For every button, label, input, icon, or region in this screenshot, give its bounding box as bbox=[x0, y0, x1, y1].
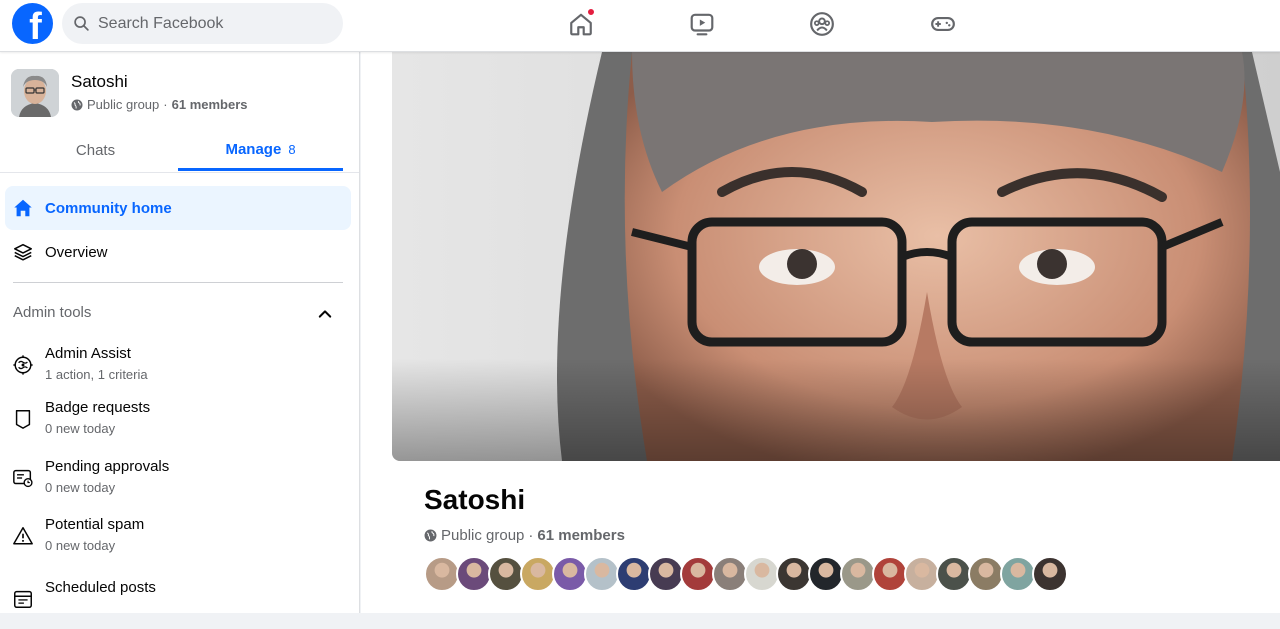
group-privacy: Public group bbox=[441, 527, 525, 544]
member-avatar[interactable] bbox=[616, 556, 652, 592]
member-avatar[interactable] bbox=[552, 556, 588, 592]
member-avatar[interactable] bbox=[776, 556, 812, 592]
badge-icon bbox=[11, 407, 35, 431]
member-avatar[interactable] bbox=[1032, 556, 1068, 592]
member-avatar[interactable] bbox=[520, 556, 556, 592]
admin-tool-pending-approvals[interactable]: Pending approvals 0 new today bbox=[5, 458, 351, 508]
admin-tool-title: Admin Assist bbox=[45, 345, 131, 362]
admin-tool-badge-requests[interactable]: Badge requests 0 new today bbox=[5, 399, 351, 449]
top-navigation-bar: f bbox=[0, 0, 1280, 52]
gaming-icon bbox=[931, 16, 955, 32]
admin-tool-admin-assist[interactable]: Admin Assist 1 action, 1 criteria bbox=[5, 345, 351, 395]
admin-tool-subtitle: 0 new today bbox=[45, 421, 116, 436]
admin-tool-title: Scheduled posts bbox=[45, 579, 156, 596]
sidebar-item-overview[interactable]: Overview bbox=[5, 230, 351, 274]
admin-tool-potential-spam[interactable]: Potential spam 0 new today bbox=[5, 516, 351, 566]
admin-tool-title: Badge requests bbox=[45, 399, 151, 416]
groups-icon bbox=[810, 12, 834, 36]
admin-tool-title: Pending approvals bbox=[45, 458, 170, 475]
cover-photo[interactable] bbox=[392, 52, 1280, 461]
globe-icon bbox=[424, 529, 437, 542]
admin-tool-title: Potential spam bbox=[45, 516, 145, 533]
search-icon bbox=[74, 16, 89, 31]
group-avatar[interactable] bbox=[11, 69, 59, 117]
tab-chats[interactable]: Chats bbox=[13, 130, 178, 171]
warning-icon bbox=[11, 524, 35, 548]
member-avatar[interactable] bbox=[680, 556, 716, 592]
admin-tool-scheduled-posts[interactable]: Scheduled posts bbox=[5, 579, 351, 629]
search-input[interactable] bbox=[98, 14, 318, 33]
nav-groups[interactable] bbox=[804, 8, 840, 40]
facebook-logo[interactable]: f bbox=[12, 3, 53, 44]
tab-manage[interactable]: Manage 8 bbox=[178, 130, 343, 171]
member-avatar[interactable] bbox=[936, 556, 972, 592]
group-title-meta: Public group · 61 members bbox=[424, 527, 625, 544]
meta-separator: · bbox=[528, 527, 534, 544]
admin-assist-icon bbox=[11, 353, 35, 377]
member-avatar[interactable] bbox=[840, 556, 876, 592]
sidebar-tabs: Chats Manage 8 bbox=[13, 130, 343, 171]
nav-video[interactable] bbox=[684, 8, 720, 40]
sidebar-item-label: Overview bbox=[45, 243, 108, 261]
member-avatar[interactable] bbox=[808, 556, 844, 592]
member-avatar[interactable] bbox=[424, 556, 460, 592]
group-avatar-image bbox=[11, 69, 59, 117]
layers-icon bbox=[11, 240, 35, 264]
cover-photo-image bbox=[392, 52, 1280, 461]
search-box[interactable] bbox=[62, 3, 343, 44]
nav-gaming[interactable] bbox=[925, 8, 961, 40]
tab-manage-label: Manage bbox=[225, 140, 282, 158]
globe-icon bbox=[71, 99, 83, 110]
admin-tool-subtitle: 0 new today bbox=[45, 538, 116, 553]
member-avatar[interactable] bbox=[744, 556, 780, 592]
notification-dot bbox=[587, 8, 595, 16]
member-avatar[interactable] bbox=[904, 556, 940, 592]
nav-home[interactable] bbox=[563, 8, 599, 40]
member-avatar[interactable] bbox=[648, 556, 684, 592]
section-divider bbox=[13, 282, 343, 283]
admin-tools-title: Admin tools bbox=[13, 304, 92, 321]
group-header[interactable]: Satoshi Public group · 61 members bbox=[11, 69, 351, 117]
member-avatar[interactable] bbox=[488, 556, 524, 592]
pending-approvals-icon bbox=[11, 466, 35, 490]
group-member-count[interactable]: 61 members bbox=[537, 527, 625, 544]
group-member-count[interactable]: 61 members bbox=[172, 97, 248, 112]
home-icon bbox=[11, 196, 35, 220]
calendar-icon bbox=[11, 587, 35, 611]
member-avatar[interactable] bbox=[872, 556, 908, 592]
admin-tool-subtitle: 0 new today bbox=[45, 480, 116, 495]
sidebar-item-label: Community home bbox=[45, 199, 172, 217]
group-name[interactable]: Satoshi bbox=[71, 72, 128, 92]
group-main-content: Satoshi Public group · 61 members bbox=[361, 52, 1280, 613]
left-sidebar: Satoshi Public group · 61 members Chats … bbox=[0, 52, 360, 613]
member-avatar[interactable] bbox=[1000, 556, 1036, 592]
group-meta: Public group · 61 members bbox=[71, 97, 248, 112]
chevron-up-icon[interactable] bbox=[316, 305, 334, 323]
member-avatar[interactable] bbox=[456, 556, 492, 592]
meta-separator: · bbox=[163, 97, 168, 112]
sidebar-item-community-home[interactable]: Community home bbox=[5, 186, 351, 230]
member-avatar[interactable] bbox=[584, 556, 620, 592]
tab-chats-label: Chats bbox=[75, 142, 116, 159]
tabs-divider bbox=[0, 172, 359, 173]
tab-manage-count: 8 bbox=[288, 141, 296, 157]
group-privacy: Public group bbox=[87, 97, 160, 112]
member-avatars-row bbox=[424, 556, 1084, 592]
member-avatar[interactable] bbox=[968, 556, 1004, 592]
video-icon bbox=[690, 13, 714, 36]
admin-tool-subtitle: 1 action, 1 criteria bbox=[45, 367, 148, 382]
group-title[interactable]: Satoshi bbox=[424, 484, 525, 516]
member-avatar[interactable] bbox=[712, 556, 748, 592]
